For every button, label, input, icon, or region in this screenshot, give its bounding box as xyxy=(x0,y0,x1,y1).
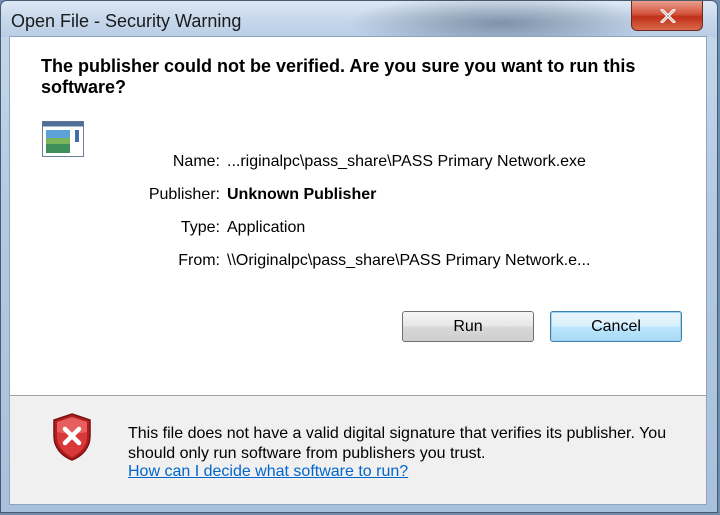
signature-warning-text: This file does not have a valid digital … xyxy=(128,425,667,462)
type-label: Type: xyxy=(180,219,220,236)
publisher-value: Unknown Publisher xyxy=(227,186,377,203)
window-title: Open File - Security Warning xyxy=(11,11,242,31)
security-shield-x-icon xyxy=(50,412,94,467)
publisher-label: Publisher: xyxy=(148,186,220,203)
application-icon xyxy=(42,121,84,162)
help-link[interactable]: How can I decide what software to run? xyxy=(128,463,408,481)
from-label: From: xyxy=(178,252,220,269)
title-bar[interactable]: Open File - Security Warning xyxy=(1,1,717,37)
run-button[interactable]: Run xyxy=(402,311,534,342)
close-button[interactable] xyxy=(631,1,703,31)
from-value: \\Originalpc\pass_share\PASS Primary Net… xyxy=(227,252,591,269)
cancel-button[interactable]: Cancel xyxy=(550,311,682,342)
name-value: ...riginalpc\pass_share\PASS Primary Net… xyxy=(227,153,586,170)
name-label: Name: xyxy=(172,153,220,170)
type-value: Application xyxy=(227,219,306,236)
warning-heading: The publisher could not be verified. Are… xyxy=(41,56,636,97)
